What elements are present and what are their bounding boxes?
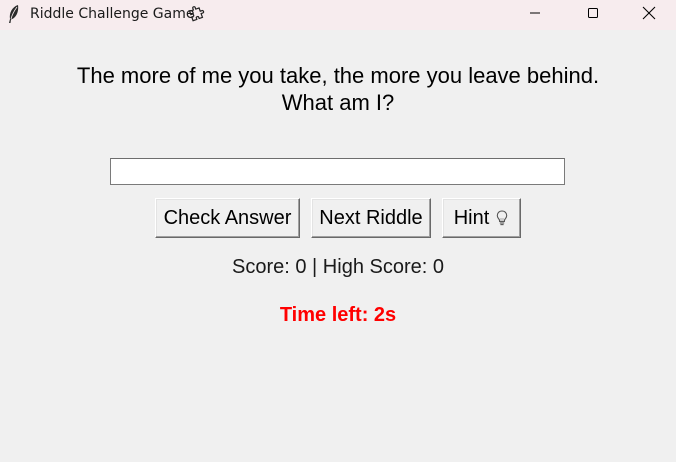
window-title: Riddle Challenge Game — [30, 6, 195, 22]
timer-label: Time left: 2s — [279, 304, 397, 326]
hint-button[interactable]: Hint — [442, 198, 521, 238]
riddle-text-line-2: What am I? — [281, 90, 395, 115]
hint-label: Hint — [453, 206, 490, 229]
riddle-game-window: Riddle Challenge Game The more of me you… — [0, 0, 676, 462]
maximize-button[interactable] — [564, 0, 622, 30]
answer-input[interactable] — [110, 158, 565, 185]
puzzle-icon — [188, 5, 206, 23]
next-riddle-button[interactable]: Next Riddle — [311, 198, 431, 238]
check-answer-button[interactable]: Check Answer — [155, 198, 300, 238]
next-riddle-label: Next Riddle — [319, 206, 423, 229]
feather-icon — [6, 4, 22, 24]
score-label: Score: 0 | High Score: 0 — [232, 256, 444, 278]
close-icon — [642, 6, 656, 25]
lightbulb-icon — [495, 209, 509, 227]
maximize-icon — [587, 6, 599, 24]
close-button[interactable] — [622, 0, 676, 30]
riddle-text-line-1: The more of me you take, the more you le… — [76, 63, 600, 88]
check-answer-label: Check Answer — [163, 206, 292, 229]
title-bar[interactable]: Riddle Challenge Game — [0, 0, 676, 30]
minimize-icon — [529, 6, 541, 24]
minimize-button[interactable] — [506, 0, 564, 30]
